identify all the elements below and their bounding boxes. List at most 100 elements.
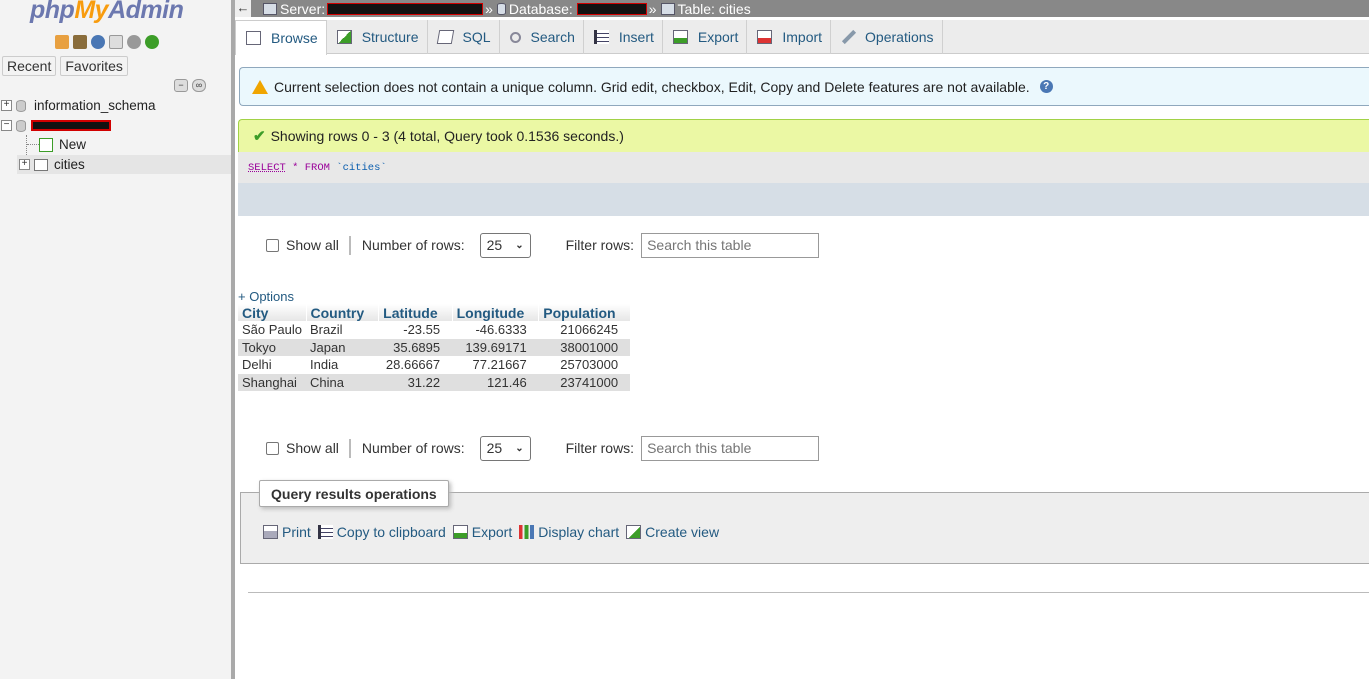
notice-text: Current selection does not contain a uni… xyxy=(274,78,1030,95)
tab-insert[interactable]: Insert xyxy=(584,20,663,54)
create-view-link[interactable]: Create view xyxy=(626,524,719,540)
tab-search[interactable]: Search xyxy=(500,20,584,54)
table-cell: Tokyo xyxy=(238,338,306,356)
tab-import[interactable]: Import xyxy=(747,20,832,54)
column-header[interactable]: Longitude xyxy=(452,304,540,321)
tree-table-cities[interactable]: + cities xyxy=(19,155,85,174)
new-table-icon xyxy=(39,137,53,152)
table-row[interactable]: São Paulo Brazil -23.55 -46.6333 2106624… xyxy=(238,321,631,339)
server-icon xyxy=(263,2,277,15)
operations-links: Print Copy to clipboard Export Display c… xyxy=(263,524,726,540)
show-all-label[interactable]: Show all xyxy=(286,440,339,456)
tab-sql[interactable]: SQL xyxy=(428,20,500,54)
sql-query-box: SELECT * FROM `cities` xyxy=(238,152,1369,216)
tab-bar: Browse Structure SQL Search Insert Expor… xyxy=(235,20,1369,55)
table-label[interactable]: cities xyxy=(54,157,85,172)
rows-select[interactable]: 25 ⌄ xyxy=(479,435,531,461)
options-link[interactable]: + Options xyxy=(238,289,294,304)
operations-legend: Query results operations xyxy=(259,480,449,507)
nav-resizer[interactable] xyxy=(231,0,235,679)
table-cell: China xyxy=(306,373,379,391)
help-icon[interactable] xyxy=(91,35,105,49)
column-header[interactable]: Latitude xyxy=(378,304,453,321)
chevron-down-icon: ⌄ xyxy=(515,239,524,251)
table-cell: Shanghai xyxy=(238,373,306,391)
table-cell: -23.55 xyxy=(378,321,453,339)
display-chart-link[interactable]: Display chart xyxy=(519,524,619,540)
breadcrumb-server[interactable]: Server: xyxy=(280,1,325,17)
chevron-down-icon: ⌄ xyxy=(515,442,524,454)
db-label[interactable]: information_schema xyxy=(34,98,156,113)
filter-label: Filter rows: xyxy=(565,440,635,456)
filter-rows-input[interactable]: Search this table xyxy=(641,232,820,258)
tree-new-table[interactable]: New xyxy=(39,135,86,154)
database-icon xyxy=(16,99,26,112)
show-all-label[interactable]: Show all xyxy=(286,237,339,253)
success-message: ✔ Showing rows 0 - 3 (4 total, Query too… xyxy=(238,119,1369,152)
browse-icon xyxy=(246,31,261,45)
help-icon[interactable]: ? xyxy=(1039,80,1053,93)
export-link[interactable]: Export xyxy=(452,524,512,540)
table-cell: 23741000 xyxy=(538,373,631,391)
tree-db-current[interactable]: − xyxy=(1,116,111,135)
table-row[interactable]: Shanghai China 31.22 121.46 23741000 xyxy=(238,373,631,391)
sql-query[interactable]: SELECT * FROM `cities` xyxy=(248,162,387,174)
table-icon xyxy=(660,2,675,15)
collapse-icon[interactable]: − xyxy=(1,120,12,131)
rows-select[interactable]: 25 ⌄ xyxy=(479,232,531,258)
divider xyxy=(248,592,1369,593)
breadcrumb-database[interactable]: Database: xyxy=(509,1,573,17)
breadcrumb: ← Server: » Database: » Table: cities xyxy=(235,0,1369,17)
import-icon xyxy=(757,30,773,44)
breadcrumb-table[interactable]: Table: cities xyxy=(678,1,751,17)
phpmyadmin-logo[interactable]: phpMyAdmin xyxy=(30,0,184,25)
tab-export[interactable]: Export xyxy=(663,20,748,54)
home-icon[interactable] xyxy=(55,35,69,49)
column-header[interactable]: Population xyxy=(538,304,631,321)
table-cell: 21066245 xyxy=(538,321,631,339)
favorites-tab[interactable]: Favorites xyxy=(60,56,128,76)
table-cell: Delhi xyxy=(238,356,306,374)
table-cell: India xyxy=(306,356,379,374)
filter-rows-input[interactable]: Search this table xyxy=(641,435,820,461)
table-cell: 38001000 xyxy=(538,338,631,356)
expand-icon[interactable]: + xyxy=(1,100,12,111)
redacted-server-name[interactable] xyxy=(327,2,484,15)
table-cell: Brazil xyxy=(306,321,379,339)
print-icon xyxy=(263,525,278,539)
table-row[interactable]: Delhi India 28.66667 77.21667 25703000 xyxy=(238,356,631,374)
print-link[interactable]: Print xyxy=(263,524,311,540)
structure-icon xyxy=(336,30,352,44)
redacted-database-name[interactable] xyxy=(576,2,647,15)
expand-icon[interactable]: + xyxy=(19,159,30,170)
show-all-checkbox[interactable] xyxy=(266,441,279,455)
collapse-all-icon[interactable]: − xyxy=(174,79,188,92)
column-header[interactable]: Country xyxy=(306,304,380,321)
settings-icon[interactable] xyxy=(127,35,141,49)
reload-icon[interactable] xyxy=(145,35,159,49)
table-row[interactable]: Tokyo Japan 35.6895 139.69171 38001000 xyxy=(238,338,631,356)
table-cell: 77.21667 xyxy=(452,356,539,374)
recent-tab[interactable]: Recent xyxy=(2,56,57,76)
table-cell: 31.22 xyxy=(378,373,453,391)
copy-to-clipboard-link[interactable]: Copy to clipboard xyxy=(317,524,446,540)
logout-icon[interactable] xyxy=(73,35,87,49)
show-all-checkbox[interactable] xyxy=(266,238,279,252)
insert-icon xyxy=(593,30,609,44)
sql-icon xyxy=(436,30,454,44)
navigation-panel: phpMyAdmin Recent Favorites − ∞ + inform… xyxy=(0,0,231,679)
tab-structure[interactable]: Structure xyxy=(327,20,428,54)
tree-db-information-schema[interactable]: + information_schema xyxy=(1,96,156,115)
tab-operations[interactable]: Operations xyxy=(831,20,943,54)
column-header[interactable]: City xyxy=(238,304,307,321)
redacted-db-name[interactable] xyxy=(31,120,111,131)
link-with-main-icon[interactable]: ∞ xyxy=(192,79,206,92)
clipboard-icon xyxy=(317,525,333,539)
database-icon xyxy=(496,2,506,15)
bottom-navigation-controls: Show all Number of rows: 25 ⌄ Filter rows… xyxy=(266,435,820,461)
check-icon: ✔ xyxy=(253,128,266,145)
tab-browse[interactable]: Browse xyxy=(235,20,327,55)
new-label[interactable]: New xyxy=(59,137,86,152)
documentation-icon[interactable] xyxy=(109,35,123,49)
back-arrow-icon[interactable]: ← xyxy=(235,0,251,17)
